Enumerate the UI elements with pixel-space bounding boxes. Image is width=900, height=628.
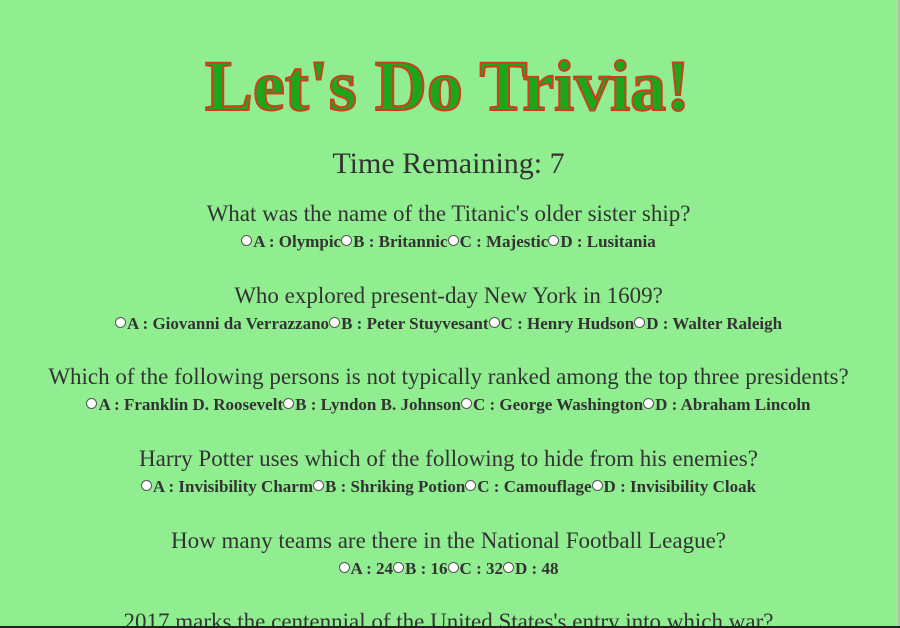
- answer-options: A : Franklin D. Roosevelt B : Lyndon B. J…: [0, 394, 897, 416]
- answer-label-a: A : 24: [350, 559, 394, 578]
- question-text: 2017 marks the centennial of the United …: [123, 609, 774, 628]
- answer-label-b: B : 16: [405, 559, 448, 578]
- answer-label-b: B : Lyndon B. Johnson: [295, 395, 461, 414]
- radio-button-b[interactable]: [341, 235, 353, 246]
- answer-options: A : Olympic B : Britannic C : Majestic D : …: [0, 231, 897, 253]
- timer-value: 7: [549, 147, 565, 180]
- page-title: Let's Do Trivia!: [204, 45, 691, 127]
- radio-button-a[interactable]: [241, 235, 253, 246]
- answer-label-d: D : Invisibility Cloak: [603, 477, 757, 496]
- answer-options: A : Invisibility Charm B : Shriking Potio…: [0, 476, 897, 498]
- radio-button-d[interactable]: [503, 562, 514, 573]
- radio-button-b[interactable]: [329, 317, 341, 328]
- question-text: What was the name of the Titanic's older…: [206, 201, 691, 226]
- answer-label-a: A : Franklin D. Roosevelt: [98, 395, 284, 414]
- answer-label-c: C : George Washington: [472, 395, 644, 414]
- answer-label-d: D : 48: [515, 559, 559, 578]
- answer-label-d: D : Walter Raleigh: [646, 314, 783, 333]
- answer-label-c: C : Henry Hudson: [500, 314, 635, 333]
- radio-button-a[interactable]: [114, 317, 126, 328]
- question-6: 2017 marks the centennial of the United …: [0, 608, 897, 628]
- question-3: Which of the following persons is not ty…: [0, 363, 897, 416]
- radio-button-b[interactable]: [312, 480, 324, 491]
- answer-label-b: B : Shriking Potion: [324, 477, 466, 496]
- question-1: What was the name of the Titanic's older…: [0, 200, 897, 253]
- question-text: How many teams are there in the National…: [171, 528, 726, 553]
- radio-button-b[interactable]: [283, 398, 295, 409]
- radio-button-a[interactable]: [338, 562, 350, 573]
- answer-label-b: B : Britannic: [353, 232, 448, 251]
- question-2: Who explored present-day New York in 160…: [0, 282, 897, 335]
- radio-button-d[interactable]: [634, 317, 646, 328]
- question-text: Which of the following persons is not ty…: [48, 364, 849, 389]
- radio-button-a[interactable]: [140, 480, 152, 491]
- answer-label-c: C : Majestic: [459, 232, 549, 251]
- answer-label-d: D : Lusitania: [560, 232, 656, 251]
- answer-options: A : Giovanni da Verrazzano B : Peter Stuy…: [0, 313, 897, 335]
- radio-button-b[interactable]: [393, 562, 405, 573]
- question-5: How many teams are there in the National…: [0, 527, 897, 580]
- answer-options: A : 24 B : 16 C : 32 D : 48: [0, 558, 897, 580]
- radio-button-c[interactable]: [488, 317, 500, 328]
- answer-label-c: C : Camouflage: [477, 477, 592, 496]
- answer-label-a: A : Olympic: [253, 232, 342, 251]
- timer-label: Time Remaining:: [332, 147, 543, 180]
- answer-label-a: A : Giovanni da Verrazzano: [126, 314, 330, 333]
- answer-label-b: B : Peter Stuyvesant: [341, 314, 489, 333]
- answer-label-c: C : 32: [459, 559, 503, 578]
- radio-button-c[interactable]: [447, 562, 459, 573]
- time-remaining: Time Remaining: 7: [0, 146, 897, 182]
- question-text: Harry Potter uses which of the following…: [139, 446, 758, 471]
- radio-button-c[interactable]: [460, 398, 472, 409]
- answer-label-a: A : Invisibility Charm: [152, 477, 313, 496]
- radio-button-d[interactable]: [548, 235, 560, 246]
- radio-button-d[interactable]: [643, 398, 655, 409]
- answer-label-d: D : Abraham Lincoln: [655, 395, 811, 414]
- radio-button-d[interactable]: [591, 480, 603, 491]
- question-text: Who explored present-day New York in 160…: [234, 283, 663, 308]
- radio-button-a[interactable]: [86, 398, 98, 409]
- radio-button-c[interactable]: [465, 480, 477, 491]
- question-4: Harry Potter uses which of the following…: [0, 445, 897, 498]
- radio-button-c[interactable]: [447, 235, 459, 246]
